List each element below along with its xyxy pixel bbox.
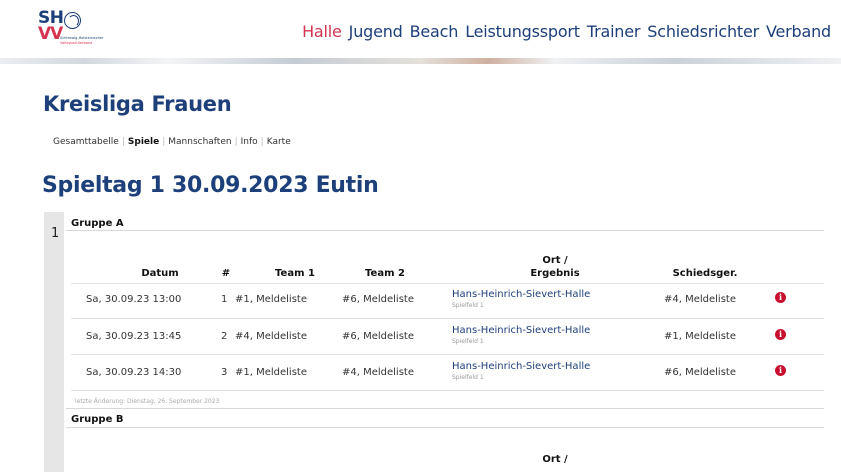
shvv-logo[interactable]: SH VV Schleswig-Holsteinischer Volleybal… [38, 8, 138, 50]
row2-datum: Sa, 30.09.23 13:45 [86, 331, 182, 342]
row2-venue-link[interactable]: Hans-Heinrich-Sievert-Halle [452, 325, 590, 336]
last-modified-note: letzte Änderung: Dienstag, 26. September… [75, 398, 220, 405]
table-row-divider [71, 318, 824, 319]
nav-item-trainer[interactable]: Trainer [587, 22, 641, 41]
header-banner-strip [0, 58, 841, 64]
header-team1: Team 1 [275, 268, 315, 279]
league-subnav: Gesamttabelle | Spiele | Mannschaften | Info | K… [53, 137, 291, 147]
row2-team1: #4, Meldeliste [235, 331, 307, 342]
subnav-separator: | [121, 137, 125, 147]
group-b-divider [66, 427, 824, 428]
nav-item-verband[interactable]: Verband [766, 22, 831, 41]
logo-tagline-2: Volleyball-Verband [60, 41, 93, 45]
nav-item-beach[interactable]: Beach [410, 22, 459, 41]
row3-schiedsger: #6, Meldeliste [664, 367, 736, 378]
group-b-label: Gruppe B [71, 414, 124, 425]
row1-schiedsger: #4, Meldeliste [664, 294, 736, 305]
site-header: SH VV Schleswig-Holsteinischer Volleybal… [0, 0, 841, 62]
row1-team2: #6, Meldeliste [342, 294, 414, 305]
main-nav: Halle Jugend Beach Leistungssport Traine… [295, 22, 831, 41]
subnav-spiele[interactable]: Spiele [128, 137, 159, 147]
row3-team2: #4, Meldeliste [342, 367, 414, 378]
info-icon[interactable]: i [775, 365, 786, 376]
header-ergebnis: Ergebnis [530, 268, 580, 279]
table-header-divider [71, 283, 824, 284]
day-number: 1 [51, 226, 60, 241]
info-icon[interactable]: i [775, 329, 786, 340]
day-number-column [44, 212, 64, 472]
group-b-top-divider [66, 408, 824, 409]
logo-abbr-bottom: VV [38, 24, 63, 44]
subnav-karte[interactable]: Karte [267, 137, 291, 147]
nav-item-jugend[interactable]: Jugend [349, 22, 403, 41]
header-datum: Datum [141, 268, 179, 279]
group-a-divider [66, 230, 824, 231]
group-b-header-ort: Ort / [542, 454, 568, 465]
row1-datum: Sa, 30.09.23 13:00 [86, 294, 182, 305]
header-team2: Team 2 [365, 268, 405, 279]
row1-team1: #1, Meldeliste [235, 294, 307, 305]
row2-schiedsger: #1, Meldeliste [664, 331, 736, 342]
subnav-separator: | [234, 137, 238, 147]
row2-team2: #6, Meldeliste [342, 331, 414, 342]
subnav-separator: | [162, 137, 166, 147]
subnav-mannschaften[interactable]: Mannschaften [168, 137, 231, 147]
page-title: Kreisliga Frauen [43, 92, 232, 116]
row2-field: Spielfeld 1 [452, 338, 484, 345]
nav-item-leistungssport[interactable]: Leistungssport [465, 22, 580, 41]
row2-nr: 2 [221, 331, 228, 342]
header-ort: Ort / [542, 255, 568, 266]
header-schiedsger: Schiedsger. [672, 268, 738, 279]
logo-tagline-1: Schleswig-Holsteinischer [60, 36, 104, 40]
subnav-separator: | [260, 137, 264, 147]
row3-nr: 3 [221, 367, 228, 378]
nav-item-schiedsrichter[interactable]: Schiedsrichter [647, 22, 759, 41]
subnav-info[interactable]: Info [241, 137, 258, 147]
row3-team1: #1, Meldeliste [235, 367, 307, 378]
row1-field: Spielfeld 1 [452, 302, 484, 309]
group-a-label: Gruppe A [71, 218, 124, 229]
row3-field: Spielfeld 1 [452, 374, 484, 381]
spieltag-title: Spieltag 1 30.09.2023 Eutin [42, 173, 379, 198]
nav-item-halle[interactable]: Halle [302, 22, 342, 41]
table-row-divider [71, 390, 824, 391]
row3-venue-link[interactable]: Hans-Heinrich-Sievert-Halle [452, 361, 590, 372]
row1-nr: 1 [221, 294, 228, 305]
row3-datum: Sa, 30.09.23 14:30 [86, 367, 182, 378]
header-nr: # [221, 268, 231, 279]
table-row-divider [71, 354, 824, 355]
subnav-gesamttabelle[interactable]: Gesamttabelle [53, 137, 119, 147]
info-icon[interactable]: i [775, 292, 786, 303]
volleyball-icon [64, 12, 81, 29]
row1-venue-link[interactable]: Hans-Heinrich-Sievert-Halle [452, 289, 590, 300]
